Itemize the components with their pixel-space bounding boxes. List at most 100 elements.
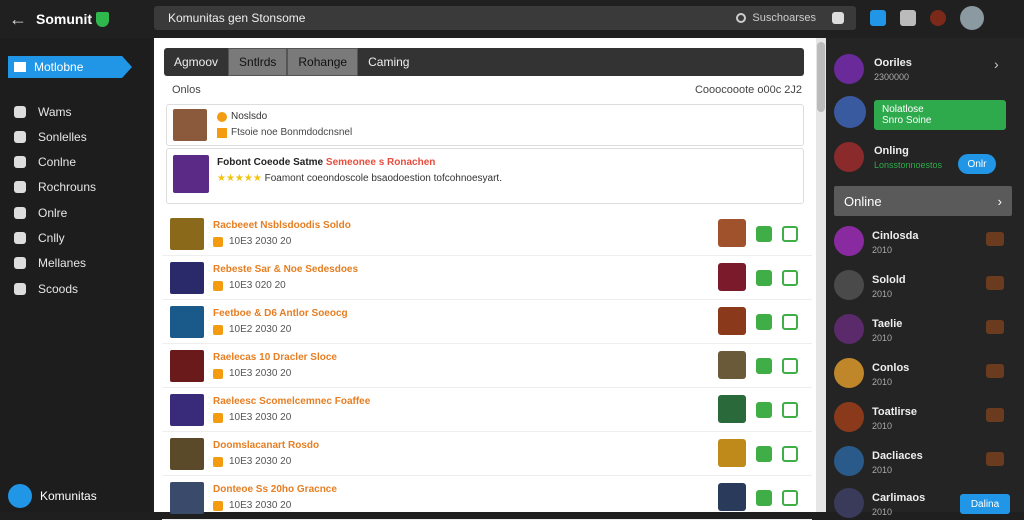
row-action-square[interactable] (782, 490, 798, 506)
list-item[interactable]: Raeleesc Scomelcemnec Foaffee 10E3 2030 … (162, 388, 812, 432)
list-item[interactable]: Feetboe & D6 Antlor Soeocg 10E2 2030 20 (162, 300, 812, 344)
status-card[interactable]: Nolatlose Snro Soine (874, 100, 1006, 130)
avatar (834, 96, 866, 128)
sidebar-item-5[interactable]: Onlre (14, 206, 67, 220)
row-title: Racbeeet Nsblsdoodis Soldo (213, 220, 351, 231)
list-item[interactable]: Rebeste Sar & Noe Sedesdoes 10E3 020 20 (162, 256, 812, 300)
avatar (834, 358, 864, 388)
avatar (834, 446, 864, 476)
section-label: Online (844, 193, 882, 209)
search-icon[interactable] (736, 13, 747, 23)
friend-name: Dacliaces (872, 450, 923, 462)
row-thumbnail (718, 439, 746, 467)
row-meta: 10E2 2030 20 (229, 324, 292, 335)
row-action-check[interactable] (756, 402, 772, 418)
sidebar-item-8[interactable]: Scoods (14, 282, 78, 296)
row-action-check[interactable] (756, 226, 772, 242)
online-user-card[interactable]: Onling Lonsstonnoestos (834, 142, 942, 172)
tab-3[interactable]: Rohange (287, 48, 359, 76)
row-badge-icon (213, 280, 223, 291)
row-action-check[interactable] (756, 270, 772, 286)
row-action-square[interactable] (782, 226, 798, 242)
friend-item[interactable]: Cinlosda 2010 (834, 222, 1010, 258)
scrollbar[interactable] (816, 38, 826, 512)
game-icon (986, 452, 1004, 466)
online-user-sub: Lonsstonnoestos (874, 159, 943, 170)
row-action-check[interactable] (756, 490, 772, 506)
row-meta: 10E3 2030 20 (229, 500, 292, 511)
online-button[interactable]: Onlr (958, 154, 996, 174)
notes-icon[interactable] (870, 10, 886, 26)
avatar (834, 314, 864, 344)
friend-item[interactable]: Dacliaces 2010 (834, 442, 1010, 478)
row-avatar (170, 306, 204, 338)
chevron-right-icon: › (997, 193, 1002, 209)
game-icon (986, 408, 1004, 422)
card-2[interactable]: Fobont Coeode Satme Semeonee s Ronachen … (166, 148, 804, 204)
search-bar[interactable]: Komunitas gen Stonsome Suschoarses (154, 6, 856, 30)
row-title: Feetboe & D6 Antlor Soeocg (213, 308, 348, 319)
friends-icon[interactable] (900, 10, 916, 26)
sidebar-item-4[interactable]: Rochrouns (14, 180, 96, 194)
sidebar-item-label: Mellanes (38, 256, 87, 270)
list-item[interactable]: Racbeeet Nsblsdoodis Soldo 10E3 2030 20 (162, 212, 812, 256)
bottom-action-button[interactable]: Dalina (960, 494, 1010, 514)
online-section-header[interactable]: Online › (834, 186, 1012, 216)
back-arrow-icon[interactable]: ← (0, 9, 36, 30)
tab-4[interactable]: Caming (358, 48, 419, 76)
row-action-check[interactable] (756, 446, 772, 462)
profile-badge-icon[interactable] (930, 10, 946, 26)
friend-item[interactable]: Toatlirse 2010 (834, 398, 1010, 434)
avatar[interactable] (960, 6, 984, 30)
avatar (834, 142, 864, 172)
list-item[interactable]: Doomslacanart Rosdo 10E3 2030 20 (162, 432, 812, 476)
row-action-check[interactable] (756, 314, 772, 330)
row-meta: 10E3 2030 20 (229, 456, 292, 467)
row-action-square[interactable] (782, 402, 798, 418)
app-logo[interactable]: Somunit (36, 11, 154, 27)
row-action-square[interactable] (782, 270, 798, 286)
list-item[interactable]: Donteoe Ss 20ho Gracnce 10E3 2030 20 (162, 476, 812, 520)
card-sub: Ftsoie noe Bonmdodcnsnel (231, 127, 353, 138)
chevron-right-icon[interactable]: › (994, 56, 999, 72)
sidebar-item-1[interactable]: Wams (14, 105, 72, 119)
row-thumbnail (718, 395, 746, 423)
sidebar-item-active[interactable]: Motlobne (8, 56, 132, 78)
sidebar-bottom-item[interactable]: Komunitas (8, 484, 97, 508)
row-title: Raeleesc Scomelcemnec Foaffee (213, 396, 371, 407)
friend-sub: 2010 (872, 465, 893, 475)
avatar (834, 488, 864, 518)
sidebar-item-label: Rochrouns (38, 180, 97, 194)
row-title: Donteoe Ss 20ho Gracnce (213, 484, 337, 495)
profile-name: Ooriles (874, 56, 912, 69)
upload-icon[interactable] (832, 12, 844, 24)
row-avatar (170, 350, 204, 382)
sidebar-item-label: Wams (38, 105, 72, 119)
card-1[interactable]: Noslsdo Ftsoie noe Bonmdodcnsnel (166, 104, 804, 146)
row-action-square[interactable] (782, 314, 798, 330)
row-action-square[interactable] (782, 446, 798, 462)
friend-name: Conlos (872, 362, 910, 374)
sidebar-item-7[interactable]: Mellanes (14, 256, 86, 270)
scrollbar-thumb[interactable] (817, 42, 825, 112)
tab-1[interactable]: Agmoov (164, 48, 228, 76)
list-item[interactable]: Raelecas 10 Dracler Sloce 10E3 2030 20 (162, 344, 812, 388)
friend-item[interactable]: Solold 2010 (834, 266, 1010, 302)
friend-item[interactable]: Conlos 2010 (834, 354, 1010, 390)
row-action-check[interactable] (756, 358, 772, 374)
friend-sub: 2010 (872, 289, 893, 299)
tab-2[interactable]: Sntlrds (228, 48, 288, 76)
row-avatar (170, 262, 204, 294)
search-input[interactable]: Komunitas gen Stonsome (168, 11, 305, 25)
sidebar-item-2[interactable]: Sonlelles (14, 130, 87, 144)
row-thumbnail (718, 351, 746, 379)
row-title: Doomslacanart Rosdo (213, 440, 320, 451)
friend-item[interactable]: Taelie 2010 (834, 310, 1010, 346)
row-action-square[interactable] (782, 358, 798, 374)
profile-card[interactable]: Ooriles 2300000 (834, 54, 912, 84)
nav-icon (14, 181, 26, 193)
sidebar-item-3[interactable]: Conlne (14, 155, 76, 169)
sidebar-item-6[interactable]: Cnlly (14, 231, 65, 245)
row-meta: 10E3 020 20 (229, 280, 286, 291)
sidebar: Motlobne Wams Sonlelles Conlne Rochrouns… (0, 38, 152, 512)
